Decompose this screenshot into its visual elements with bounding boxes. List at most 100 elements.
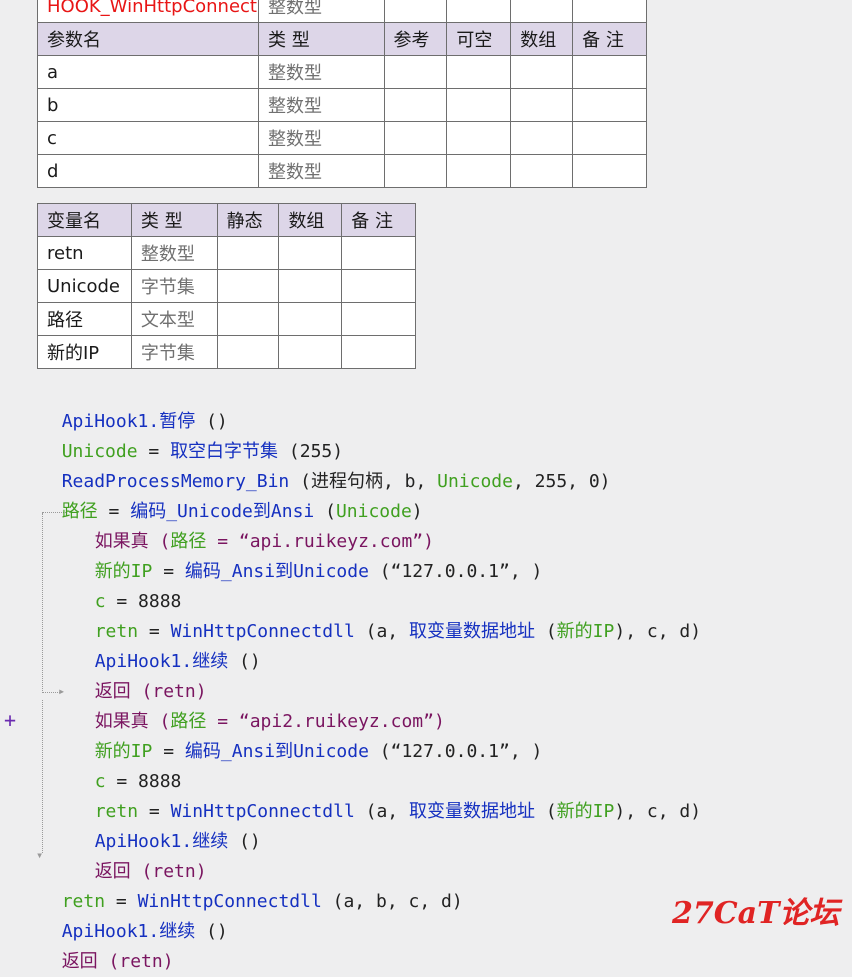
- code-line-3[interactable]: ReadProcessMemory_Bin (进程句柄, b, Unicode,…: [40, 437, 611, 492]
- code-args: (): [228, 651, 261, 672]
- code-line-1[interactable]: ApiHook1.暂停 (): [40, 377, 228, 432]
- sub-params-table: HOOK_WinHttpConnect 整数型 参数名 类 型 参考 可空 数组…: [37, 0, 647, 188]
- local-cell[interactable]: [278, 269, 343, 303]
- param-row: d 整数型: [37, 154, 647, 188]
- param-type[interactable]: 整数型: [257, 55, 385, 89]
- code-keyword: 返回: [61, 951, 98, 972]
- local-cell[interactable]: [216, 335, 280, 369]
- code-variable: 新的IP: [556, 621, 615, 642]
- code-line-16[interactable]: 返回 (retn): [73, 827, 207, 882]
- param-name[interactable]: b: [37, 88, 259, 122]
- code-line-19[interactable]: 返回 (retn): [40, 917, 174, 972]
- local-cell[interactable]: [216, 236, 280, 270]
- param-cell[interactable]: [383, 154, 448, 188]
- code-line-15[interactable]: ApiHook1.继续 (): [73, 797, 261, 852]
- param-row: c 整数型: [37, 121, 647, 155]
- local-name[interactable]: retn: [37, 236, 132, 270]
- local-type[interactable]: 文本型: [130, 302, 218, 336]
- local-cell[interactable]: [341, 302, 416, 336]
- code-variable: Unicode: [437, 471, 513, 492]
- code-args: (“127.0.0.1”, ): [368, 741, 543, 762]
- flow-guide-line: [42, 700, 43, 853]
- code-function: 编码_Ansi到Unicode: [184, 741, 369, 762]
- param-name[interactable]: a: [37, 55, 259, 89]
- local-cell[interactable]: [341, 236, 416, 270]
- sub-cell[interactable]: [510, 0, 574, 23]
- local-cell[interactable]: [216, 302, 280, 336]
- param-cell[interactable]: [572, 154, 647, 188]
- param-cell[interactable]: [446, 121, 512, 155]
- code-line-10[interactable]: 返回 (retn): [73, 647, 207, 702]
- code-line-13[interactable]: c = 8888: [73, 737, 182, 792]
- code-line-12[interactable]: 新的IP = 编码_Ansi到Unicode (“127.0.0.1”, ): [73, 707, 543, 762]
- param-cell[interactable]: [572, 121, 647, 155]
- param-col-nullable: 可空: [446, 22, 512, 56]
- local-cell[interactable]: [216, 269, 280, 303]
- local-name[interactable]: Unicode: [37, 269, 132, 303]
- local-row: Unicode 字节集: [37, 269, 416, 303]
- param-type[interactable]: 整数型: [257, 154, 385, 188]
- code-variable: 新的IP: [556, 801, 615, 822]
- sub-return-type[interactable]: 整数型: [257, 0, 385, 23]
- code-line-17[interactable]: retn = WinHttpConnectdll (a, b, c, d): [40, 857, 463, 912]
- code-args: (a,: [354, 801, 409, 822]
- locals-col-note: 备 注: [341, 203, 416, 237]
- breakpoint-marker[interactable]: +: [4, 708, 16, 732]
- sub-cell[interactable]: [446, 0, 512, 23]
- local-type[interactable]: 字节集: [130, 335, 218, 369]
- code-function: 取变量数据地址: [408, 801, 535, 822]
- local-type[interactable]: 整数型: [130, 236, 218, 270]
- param-col-ref: 参考: [383, 22, 448, 56]
- code-line-4[interactable]: 路径 = 编码_Unicode到Ansi (Unicode): [40, 467, 423, 522]
- param-cell[interactable]: [383, 55, 448, 89]
- code-line-7[interactable]: c = 8888: [73, 557, 182, 612]
- param-type[interactable]: 整数型: [257, 121, 385, 155]
- code-line-9[interactable]: ApiHook1.继续 (): [73, 617, 261, 672]
- local-cell[interactable]: [341, 269, 416, 303]
- code-args: (a, b, c, d): [321, 891, 463, 912]
- code-line-11[interactable]: 如果真 (路径 = “api2.ruikeyz.com”): [73, 677, 445, 732]
- code-line-2[interactable]: Unicode = 取空白字节集 (255): [40, 407, 343, 462]
- sub-cell[interactable]: [572, 0, 647, 23]
- local-cell[interactable]: [341, 335, 416, 369]
- param-cell[interactable]: [510, 121, 574, 155]
- param-name[interactable]: d: [37, 154, 259, 188]
- param-cell[interactable]: [572, 88, 647, 122]
- code-args: (“127.0.0.1”, ): [368, 561, 543, 582]
- param-cell[interactable]: [383, 88, 448, 122]
- param-cell[interactable]: [446, 55, 512, 89]
- code-line-8[interactable]: retn = WinHttpConnectdll (a, 取变量数据地址 (新的…: [73, 587, 701, 642]
- local-row: 路径 文本型: [37, 302, 416, 336]
- sub-name[interactable]: HOOK_WinHttpConnect: [37, 0, 259, 23]
- param-cell[interactable]: [510, 154, 574, 188]
- locals-table: 变量名 类 型 静态 数组 备 注 retn 整数型 Unicode 字节集 路…: [37, 203, 416, 369]
- param-cell[interactable]: [572, 55, 647, 89]
- local-cell[interactable]: [278, 335, 343, 369]
- param-cell[interactable]: [510, 88, 574, 122]
- code-line-14[interactable]: retn = WinHttpConnectdll (a, 取变量数据地址 (新的…: [73, 767, 701, 822]
- param-cell[interactable]: [510, 55, 574, 89]
- param-name[interactable]: c: [37, 121, 259, 155]
- flow-arrow-icon: ▸: [58, 684, 66, 698]
- code-args: ), c, d): [614, 801, 702, 822]
- local-cell[interactable]: [278, 236, 343, 270]
- locals-col-name: 变量名: [37, 203, 132, 237]
- locals-col-type: 类 型: [130, 203, 218, 237]
- code-args: , 255, 0): [512, 471, 611, 492]
- param-cell[interactable]: [446, 154, 512, 188]
- code-line-6[interactable]: 新的IP = 编码_Ansi到Unicode (“127.0.0.1”, ): [73, 527, 543, 582]
- param-type[interactable]: 整数型: [257, 88, 385, 122]
- code-line-5[interactable]: 如果真 (路径 = “api.ruikeyz.com”): [73, 497, 434, 552]
- locals-col-array: 数组: [278, 203, 343, 237]
- sub-cell[interactable]: [383, 0, 448, 23]
- param-cell[interactable]: [446, 88, 512, 122]
- local-name[interactable]: 路径: [37, 302, 132, 336]
- local-name[interactable]: 新的IP: [37, 335, 132, 369]
- param-col-note: 备 注: [572, 22, 647, 56]
- local-cell[interactable]: [278, 302, 343, 336]
- code-args: ), c, d): [614, 621, 702, 642]
- code-args: (: [534, 801, 557, 822]
- param-cell[interactable]: [383, 121, 448, 155]
- local-type[interactable]: 字节集: [130, 269, 218, 303]
- code-line-18[interactable]: ApiHook1.继续 (): [40, 887, 228, 942]
